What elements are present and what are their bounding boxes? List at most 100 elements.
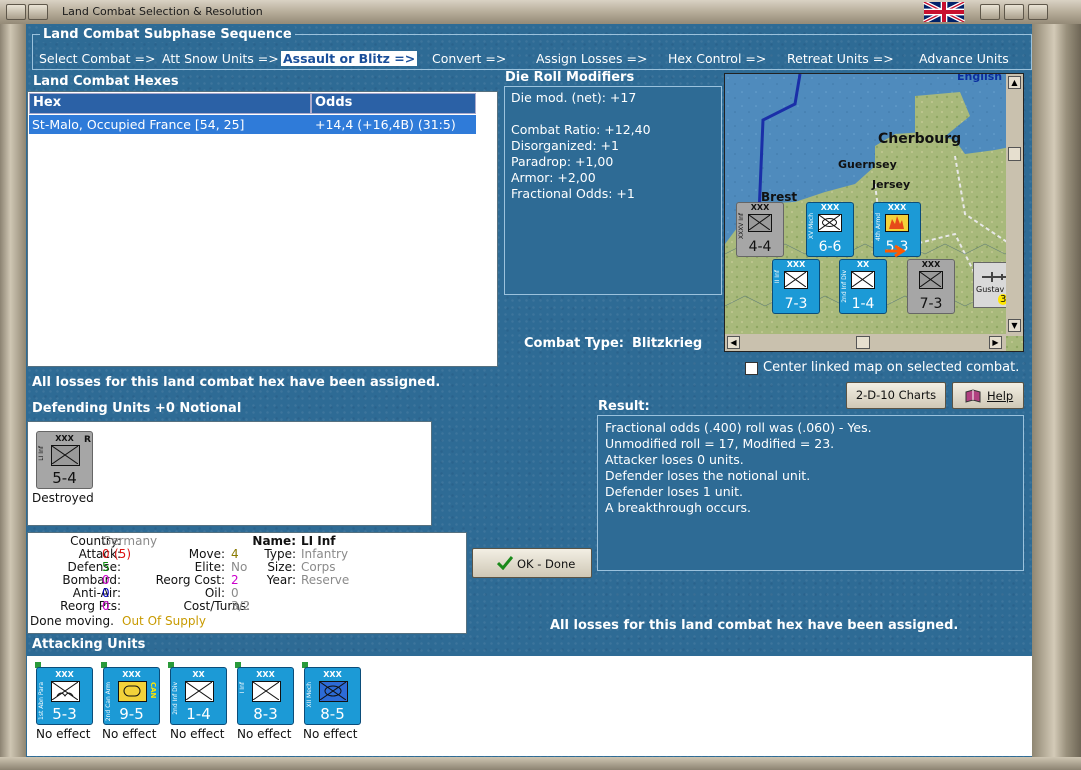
linked-map[interactable]: English Cherbourg Guernsey Jersey Brest …	[724, 73, 1024, 352]
step-hex-control[interactable]: Hex Control =>	[668, 51, 766, 66]
ok-done-label: OK - Done	[517, 557, 576, 571]
hex-cell: St-Malo, Occupied France [54, 25]	[32, 117, 245, 132]
result-title: Result:	[598, 399, 650, 414]
attacking-unit-counter[interactable]: XXX I Inf 8-3	[237, 667, 294, 725]
attacking-units-title: Attacking Units	[32, 637, 146, 652]
modifier-line	[511, 106, 651, 122]
modifiers-list: Die mod. (net): +17 Combat Ratio: +12,40…	[511, 90, 651, 202]
ok-done-button[interactable]: OK - Done	[472, 548, 592, 578]
scroll-up-arrow-icon[interactable]: ▲	[1008, 76, 1021, 89]
losses-message-bottom: All losses for this land combat hex have…	[550, 618, 959, 633]
map-counter[interactable]: XXX XV Mech 6-6	[806, 202, 854, 257]
defending-units-panel: XXX R LI Inf 5-4 Destroyed	[27, 421, 432, 526]
scroll-thumb[interactable]	[856, 336, 870, 349]
help-label: Help	[987, 389, 1014, 403]
combat-type-value: Blitzkrieg	[632, 336, 703, 351]
result-line: Fractional odds (.400) roll was (.060) -…	[605, 420, 872, 435]
step-select-combat[interactable]: Select Combat =>	[39, 51, 156, 66]
step-assault-or-blitz[interactable]: Assault or Blitz =>	[281, 51, 418, 66]
attack-arrow-icon	[885, 244, 909, 261]
restore-button[interactable]	[1004, 4, 1024, 20]
close-button[interactable]	[1028, 4, 1048, 20]
land-combat-hexes-title: Land Combat Hexes	[33, 74, 179, 89]
map-label-guernsey: Guernsey	[838, 158, 897, 171]
scroll-right-arrow-icon[interactable]: ▶	[989, 336, 1002, 349]
window-menu-button[interactable]	[6, 4, 26, 20]
scroll-left-arrow-icon[interactable]: ◀	[727, 336, 740, 349]
reorg-pts-value: 0	[102, 599, 110, 613]
title-bar: Land Combat Selection & Resolution	[0, 0, 1081, 25]
attacking-units-panel: XXX 1st Abn Para 5-3 No effect XXX 2nd C…	[27, 656, 1032, 756]
losses-message-top: All losses for this land combat hex have…	[32, 375, 441, 390]
subphase-sequence-title: Land Combat Subphase Sequence	[40, 27, 295, 42]
modifier-line: Armor: +2,00	[511, 170, 596, 185]
step-att-snow-units[interactable]: Att Snow Units =>	[162, 51, 279, 66]
odds-column-header[interactable]: Odds	[311, 93, 476, 114]
result-line: Defender loses the notional unit.	[605, 468, 811, 483]
supply-status: Out Of Supply	[122, 614, 206, 628]
attacking-unit-status: No effect	[170, 727, 225, 741]
help-button[interactable]: Help	[952, 382, 1024, 409]
table-row[interactable]: St-Malo, Occupied France [54, 25] +14,4 …	[29, 115, 476, 134]
attacking-unit-status: No effect	[237, 727, 292, 741]
map-label-jersey: Jersey	[872, 178, 911, 191]
result-line: Attacker loses 0 units.	[605, 452, 744, 467]
window-title: Land Combat Selection & Resolution	[62, 5, 263, 18]
aircraft-icon	[982, 272, 1006, 282]
map-horizontal-scrollbar[interactable]: ◀ ▶	[725, 334, 1006, 351]
map-vertical-scrollbar[interactable]: ▲ ▼	[1006, 74, 1023, 336]
step-advance-units[interactable]: Advance Units	[919, 51, 1009, 66]
step-retreat-units[interactable]: Retreat Units =>	[787, 51, 894, 66]
attacking-unit-counter[interactable]: XXX 1st Abn Para 5-3	[36, 667, 93, 725]
result-panel: Fractional odds (.400) roll was (.060) -…	[597, 415, 1024, 571]
modifier-line: Die mod. (net): +17	[511, 90, 637, 105]
attacking-unit-status: No effect	[102, 727, 157, 741]
map-label-english: English	[957, 73, 1003, 83]
unit-info-panel: Country: Germany Attack: 0 (5) Defense: …	[27, 532, 467, 634]
modifier-line: Paradrop: +1,00	[511, 154, 614, 169]
result-line: A breakthrough occurs.	[605, 500, 751, 515]
scroll-down-arrow-icon[interactable]: ▼	[1008, 319, 1021, 332]
done-moving-text: Done moving.	[30, 614, 114, 628]
attacking-unit-counter[interactable]: XX 2nd Inf Div 1-4	[170, 667, 227, 725]
center-map-label[interactable]: Center linked map on selected combat.	[763, 360, 1019, 375]
attacking-unit-counter[interactable]: XXX XII Mech 8-5	[304, 667, 361, 725]
frame-left	[0, 24, 26, 770]
result-line: Unmodified roll = 17, Modified = 23.	[605, 436, 835, 451]
hex-column-header[interactable]: Hex	[29, 93, 311, 114]
frame-bottom	[0, 757, 1081, 770]
scroll-thumb[interactable]	[1008, 147, 1021, 161]
odds-cell: +14,4 (+16,4B) (31:5)	[315, 117, 456, 132]
map-counter[interactable]: XXX XXXV Inf 4-4	[736, 202, 784, 257]
center-map-checkbox[interactable]	[745, 362, 758, 375]
frame-right	[1032, 24, 1081, 770]
map-counter[interactable]: XX 2nd Inf Div 1-4	[839, 259, 887, 314]
help-book-icon	[965, 389, 981, 406]
attacking-unit-counter[interactable]: XXX 2nd Can Arm CAN 9-5	[103, 667, 160, 725]
attacking-unit-status: No effect	[303, 727, 358, 741]
defending-units-title: Defending Units +0 Notional	[32, 401, 242, 416]
cost-turns-value: 3/2	[231, 599, 251, 613]
maximize-button[interactable]	[980, 4, 1000, 20]
result-lines: Fractional odds (.400) roll was (.060) -…	[605, 420, 872, 516]
minimize-button[interactable]	[28, 4, 48, 20]
combat-type-label: Combat Type:	[524, 336, 624, 351]
result-line: Defender loses 1 unit.	[605, 484, 743, 499]
step-assign-losses[interactable]: Assign Losses =>	[536, 51, 647, 66]
attacking-unit-status: No effect	[36, 727, 91, 741]
step-convert[interactable]: Convert =>	[432, 51, 506, 66]
modifier-line: Disorganized: +1	[511, 138, 619, 153]
checkmark-icon	[496, 556, 514, 573]
modifier-line: Combat Ratio: +12,40	[511, 122, 651, 137]
hexes-table[interactable]: Hex Odds St-Malo, Occupied France [54, 2…	[27, 91, 498, 367]
map-label-cherbourg: Cherbourg	[878, 131, 962, 147]
modifier-line: Fractional Odds: +1	[511, 186, 635, 201]
defending-unit-counter[interactable]: XXX R LI Inf 5-4	[36, 431, 93, 489]
defending-unit-status: Destroyed	[32, 491, 94, 505]
charts-button[interactable]: 2-D-10 Charts	[846, 382, 946, 409]
map-counter[interactable]: XXX II Inf 7-3	[772, 259, 820, 314]
uk-flag-icon	[922, 0, 966, 24]
die-roll-modifiers-title: Die Roll Modifiers	[505, 70, 635, 85]
die-roll-modifiers-panel: Die mod. (net): +17 Combat Ratio: +12,40…	[504, 86, 722, 295]
map-counter[interactable]: XXX 7-3	[907, 259, 955, 314]
